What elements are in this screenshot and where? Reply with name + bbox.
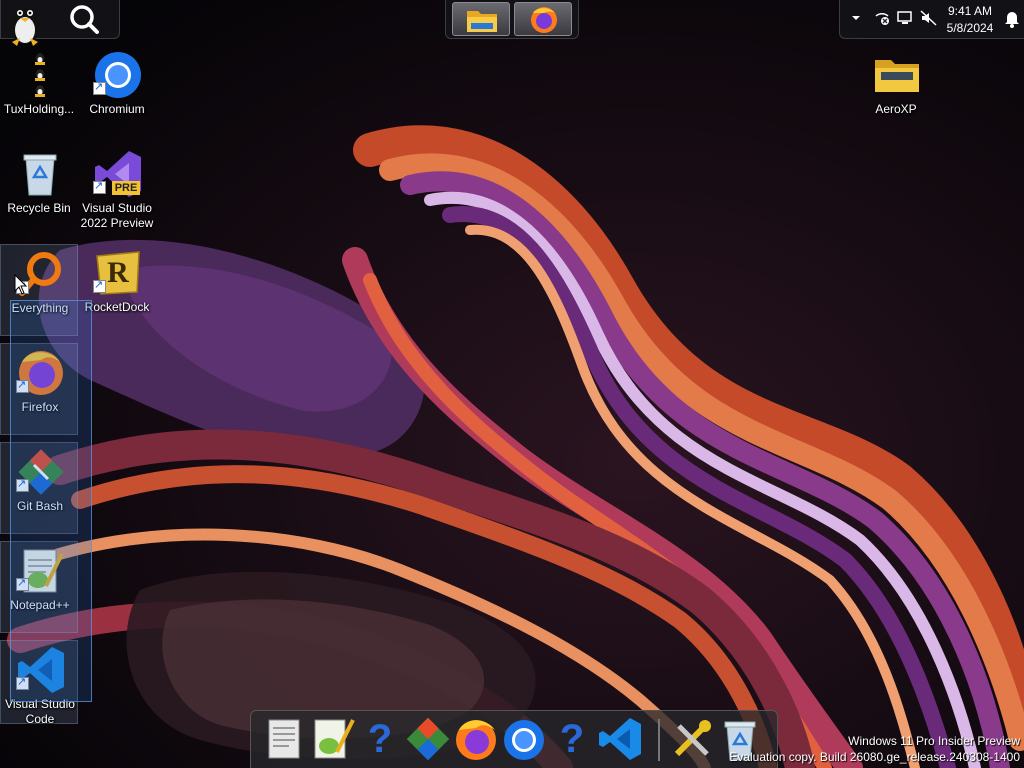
chromium-icon[interactable] [501, 714, 547, 764]
selection-rectangle [10, 300, 92, 702]
shortcut-arrow-icon [93, 179, 106, 194]
file-explorer-icon [467, 11, 497, 32]
chevron-up-icon[interactable] [851, 14, 861, 22]
system-tray: 9:41 AM 5/8/2024 [839, 0, 1024, 39]
network-disconnected-icon[interactable] [874, 10, 890, 26]
tux-penguin-icon[interactable] [3, 0, 47, 46]
help-icon[interactable]: ? [549, 714, 595, 764]
help-icon[interactable]: ? [357, 714, 403, 764]
mouse-cursor-icon [14, 274, 28, 295]
file-explorer-button[interactable] [452, 2, 510, 36]
dock-separator [658, 719, 660, 761]
quick-launch-bar [445, 0, 579, 39]
notification-bell-icon[interactable] [1004, 10, 1020, 28]
vscode-icon[interactable] [597, 714, 643, 764]
display-icon[interactable] [896, 10, 914, 26]
volume-mute-icon[interactable] [920, 10, 938, 26]
top-left-panel [0, 0, 120, 46]
shortcut-arrow-icon [93, 80, 106, 95]
recycle-bin-icon [23, 154, 57, 196]
firefox-button[interactable] [514, 2, 572, 36]
shortcut-arrow-icon [93, 278, 106, 293]
firefox-icon [531, 7, 557, 33]
search-icon[interactable] [63, 2, 105, 36]
desktop-icon-label: Recycle Bin [7, 201, 71, 215]
tux-holding-icon [35, 53, 45, 97]
desktop-icon-visual-studio-preview[interactable]: PRE Visual Studio 2022 Preview [78, 145, 156, 237]
tools-icon[interactable] [669, 714, 715, 764]
desktop-icon-label: Chromium [89, 102, 145, 116]
desktop-icon-aeroxp[interactable]: AeroXP [857, 46, 935, 138]
desktop-icon-recycle-bin[interactable]: Recycle Bin [0, 145, 78, 237]
clock-date[interactable]: 5/8/2024 [942, 21, 998, 35]
folder-icon [875, 60, 919, 92]
watermark-build: Evaluation copy. Build 26080.ge_release.… [729, 750, 1020, 764]
firefox-icon[interactable] [453, 714, 499, 764]
desktop-icon-chromium[interactable]: Chromium [78, 46, 156, 138]
desktop-icon-label: AeroXP [875, 102, 917, 116]
clock-time[interactable]: 9:41 AM [942, 4, 998, 18]
rocketdock-glyph: R [107, 256, 129, 289]
desktop-icon-tuxholding[interactable]: TuxHolding... [0, 46, 78, 138]
desktop-icon-label: Visual Studio 2022 Preview [80, 201, 154, 230]
preview-badge: PRE [112, 181, 140, 195]
watermark-edition: Windows 11 Pro Insider Preview [848, 734, 1020, 748]
text-document-icon[interactable] [261, 714, 307, 764]
notepad-plus-plus-icon[interactable] [309, 714, 355, 764]
rocketdock-bar: ? ? [250, 710, 778, 768]
git-icon[interactable] [405, 714, 451, 764]
desktop-icon-label: TuxHolding... [3, 102, 75, 116]
